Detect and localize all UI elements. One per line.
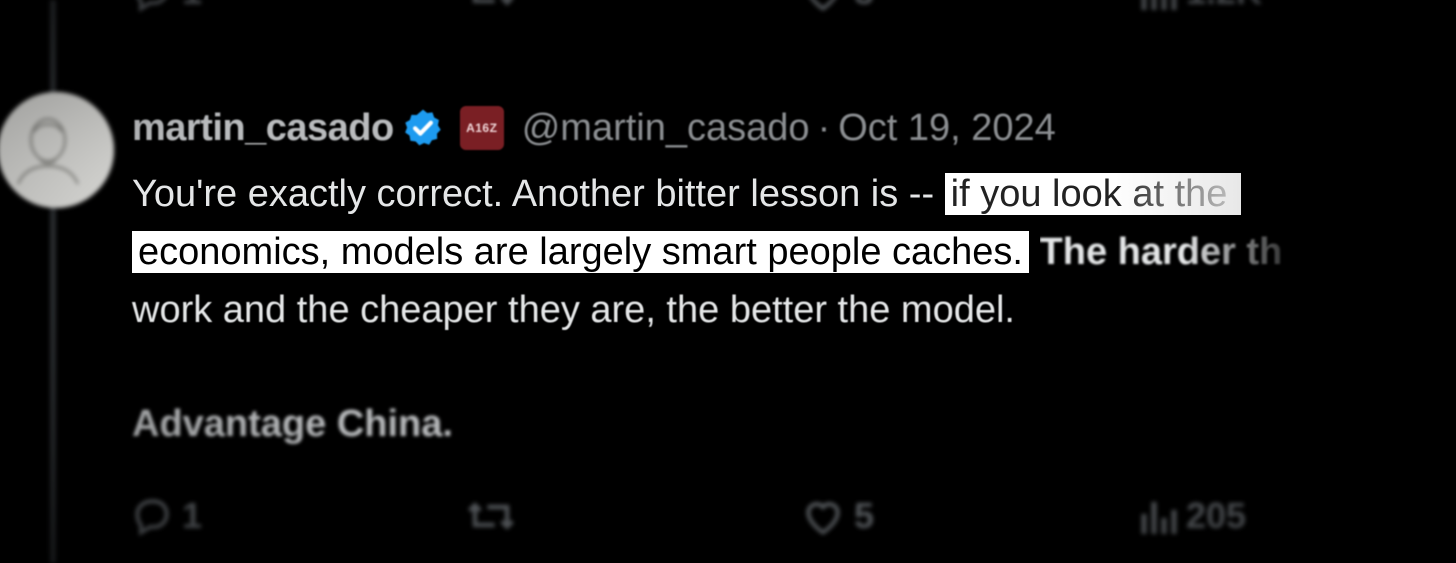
tweet-actions: 1 5 205: [0, 488, 1456, 544]
org-affiliation-badge[interactable]: A16Z: [459, 106, 504, 150]
views-icon: [1141, 0, 1177, 10]
previous-tweet-actions: 1 3 1.2K: [0, 0, 1456, 26]
prev-like-action[interactable]: 3: [800, 0, 874, 14]
retweet-icon: [468, 502, 514, 530]
avatar[interactable]: [0, 92, 114, 208]
tweet-text-line-3: work and the cheaper they are, the bette…: [132, 289, 1015, 331]
reply-icon: [137, 0, 166, 13]
heart-icon: [806, 502, 840, 535]
tweet-text-continuation: The harder th: [1039, 231, 1283, 273]
tweet-text-line-1: You're exactly correct. Another bitter l…: [132, 166, 1242, 222]
tweet-text-line-2: economics, models are largely smart peop…: [132, 224, 1282, 280]
verified-badge-icon[interactable]: [402, 107, 444, 149]
tweet-text-highlight-2: economics, models are largely smart peop…: [132, 231, 1029, 273]
prev-like-count: 3: [854, 0, 874, 13]
retweet-icon: [472, 0, 513, 6]
tweet-date[interactable]: Oct 19, 2024: [838, 107, 1056, 150]
like-action[interactable]: 5: [800, 494, 874, 538]
prev-views-action[interactable]: 1.2K: [1138, 0, 1262, 14]
retweet-action[interactable]: [466, 494, 524, 538]
prev-retweet-action[interactable]: [466, 0, 516, 14]
thread-connector-line: [50, 0, 56, 563]
prev-reply-action[interactable]: 1: [130, 0, 202, 14]
reply-icon: [135, 499, 169, 537]
tweet-text-plain: You're exactly correct. Another bitter l…: [132, 173, 935, 215]
reply-action[interactable]: 1: [130, 494, 202, 538]
author-display-name[interactable]: martin_casado: [132, 107, 394, 150]
avatar-portrait-icon: [0, 92, 114, 208]
tweet-text-highlight-1: if you look at the: [944, 173, 1242, 215]
reply-count: 1: [182, 495, 203, 536]
prev-reply-count: 1: [182, 0, 202, 13]
tweet-header: martin_casado A16Z @martin_casado · Oct …: [132, 100, 1056, 156]
tweet-screenshot: 1 3 1.2K martin_casado A16Z: [0, 0, 1456, 563]
org-badge-label: A16Z: [466, 121, 498, 135]
author-handle[interactable]: @martin_casado: [522, 107, 810, 150]
highlight-text-1: if you look at the: [950, 173, 1228, 215]
prev-views-count: 1.2K: [1186, 0, 1262, 13]
tweet-text-line-4: Advantage China.: [132, 403, 453, 445]
views-count: 205: [1186, 495, 1247, 536]
heart-icon: [810, 0, 836, 11]
header-separator: ·: [817, 106, 831, 149]
like-count: 5: [854, 495, 875, 536]
views-icon: [1141, 502, 1177, 534]
views-action[interactable]: 205: [1138, 494, 1246, 538]
